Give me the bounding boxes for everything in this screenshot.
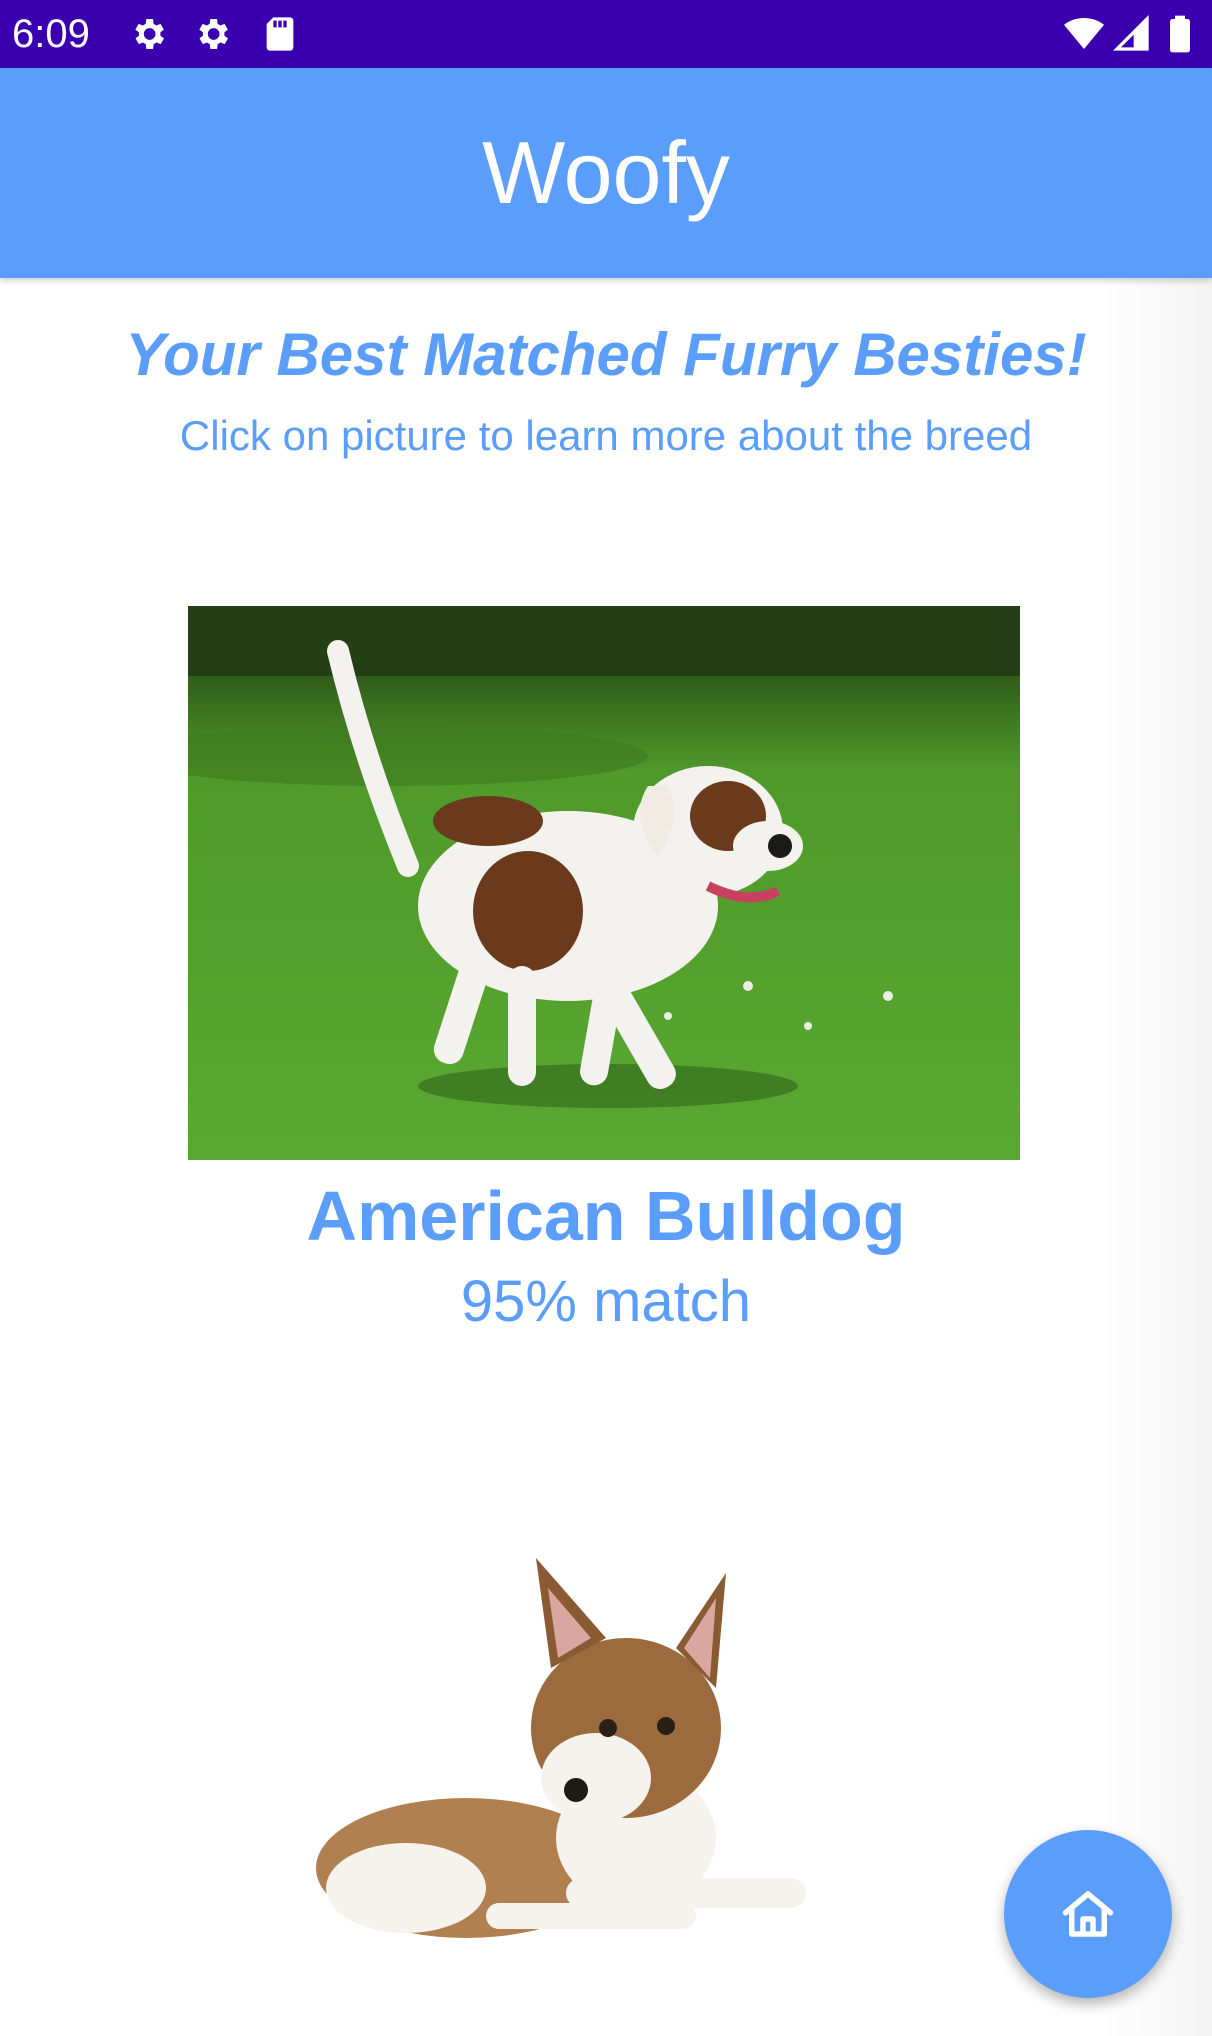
settings-icon [192, 14, 232, 54]
app-title: Woofy [482, 123, 730, 222]
signal-icon [1112, 14, 1152, 54]
page-subtitle: Click on picture to learn more about the… [179, 412, 1033, 459]
app-bar: Woofy [0, 68, 1212, 278]
match-list[interactable]: Your Best Matched Furry Besties! Click o… [0, 278, 1212, 2036]
page-headline: Your Best Matched Furry Besties! [125, 321, 1087, 388]
match-percentage: 95% match [460, 1269, 752, 1334]
basenji-puppy-photo[interactable] [236, 1478, 972, 1938]
sd-card-icon [260, 14, 300, 54]
home-icon [1062, 1891, 1114, 1937]
wifi-icon [1064, 14, 1104, 54]
status-time: 6:09 [12, 12, 90, 56]
settings-icon [128, 14, 168, 54]
battery-icon [1164, 14, 1196, 54]
status-bar: 6:09 [0, 0, 1212, 68]
home-button[interactable] [1004, 1830, 1172, 1998]
breed-name: American Bulldog [306, 1177, 906, 1255]
american-bulldog-photo[interactable] [188, 606, 1020, 1160]
